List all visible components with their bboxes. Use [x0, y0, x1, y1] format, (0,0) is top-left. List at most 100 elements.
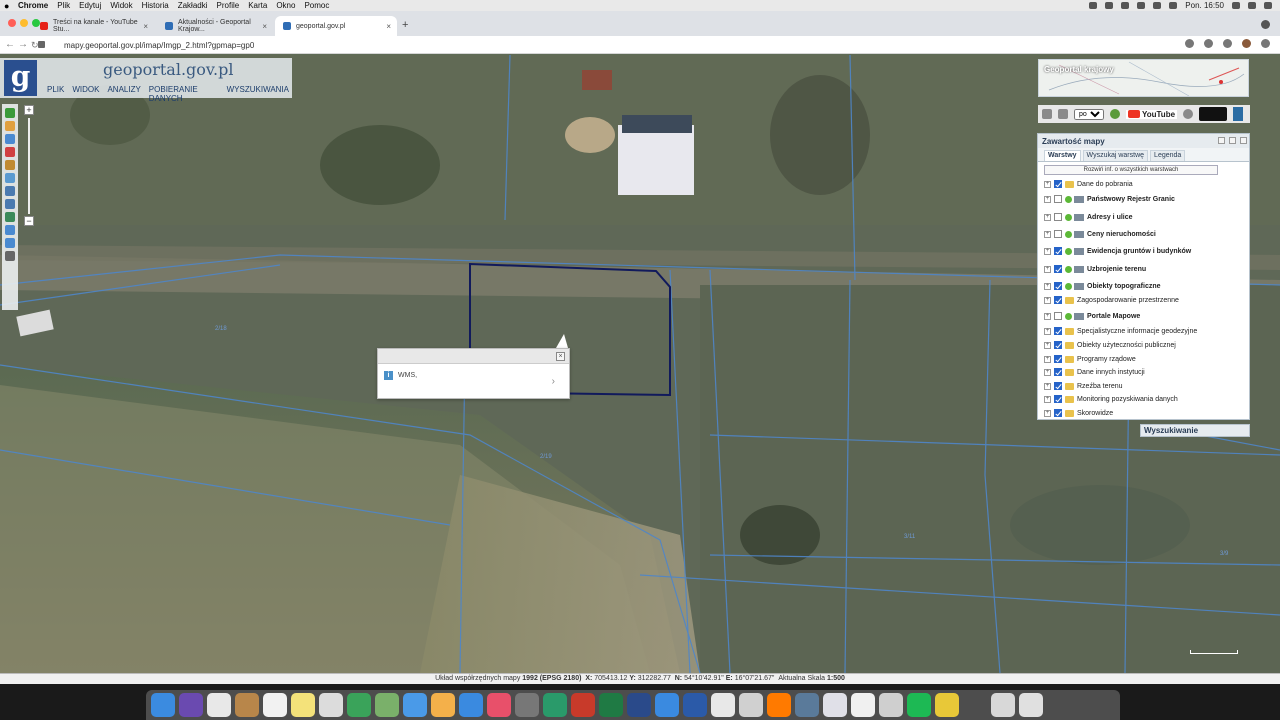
notes-icon[interactable] [291, 693, 315, 717]
layer-row[interactable]: + Zagospodarowanie przestrzenne [1044, 294, 1179, 306]
expand-all-button[interactable]: Rozwiń inf. o wszystkich warstwach [1044, 165, 1218, 175]
layer-row[interactable]: + Obiekty topograficzne [1044, 280, 1161, 292]
new-tab-button[interactable]: + [402, 19, 408, 31]
menu-help[interactable]: Pomoc [304, 1, 329, 10]
volume-icon[interactable] [1153, 2, 1162, 9]
layer-checkbox[interactable] [1054, 382, 1062, 390]
forward-arrow-tool-icon[interactable] [5, 238, 15, 248]
expand-plus-icon[interactable]: + [1044, 368, 1051, 376]
select-tool-icon[interactable] [5, 134, 15, 144]
menu-edit[interactable]: Edytuj [79, 1, 101, 10]
bluetooth-icon[interactable] [1121, 2, 1130, 9]
expand-plus-icon[interactable]: + [1044, 195, 1051, 203]
expand-plus-icon[interactable]: + [1044, 213, 1051, 221]
zoom-track[interactable] [28, 118, 30, 214]
layer-checkbox[interactable] [1054, 355, 1062, 363]
app-store-icon[interactable] [459, 693, 483, 717]
menu-history[interactable]: Historia [142, 1, 169, 10]
language-select[interactable]: pol [1074, 108, 1104, 120]
profile-avatar[interactable] [1242, 39, 1251, 48]
pages-icon[interactable] [851, 693, 875, 717]
wifi-icon[interactable] [1137, 2, 1146, 9]
menu-widok[interactable]: WIDOK [69, 84, 102, 104]
close-tab-icon[interactable]: × [386, 22, 391, 31]
facebook-icon[interactable] [1183, 109, 1194, 119]
tab-search-icon[interactable] [1261, 20, 1270, 29]
youtube-link[interactable]: YouTube [1126, 109, 1178, 119]
layer-row[interactable]: + Rzeźba terenu [1044, 380, 1123, 392]
forward-arrow-icon[interactable]: → [18, 39, 28, 50]
layer-checkbox[interactable] [1054, 265, 1062, 273]
layer-row[interactable]: + Państwowy Rejestr Granic [1044, 193, 1175, 205]
script-editor-icon[interactable] [739, 693, 763, 717]
tab-aktualnosci[interactable]: Aktualności - Geoportal Krajow... × [157, 16, 273, 36]
layers-panel-title-bar[interactable]: Zawartość mapy [1038, 134, 1249, 148]
document-icon[interactable] [879, 693, 903, 717]
mic-icon[interactable] [1105, 2, 1114, 9]
close-icon[interactable]: × [556, 352, 565, 361]
draw-pencil-icon[interactable] [5, 160, 15, 170]
pdf-print-icon[interactable] [5, 147, 15, 157]
close-icon[interactable] [1240, 137, 1247, 144]
layer-row[interactable]: + Dane innych instytucji [1044, 366, 1145, 378]
numbers-icon[interactable] [347, 693, 371, 717]
layer-checkbox[interactable] [1054, 247, 1062, 255]
settings-gear-icon[interactable] [5, 251, 15, 261]
geoportal-logo[interactable]: g [4, 60, 37, 96]
popup-result-row[interactable]: i WMS, [384, 371, 417, 380]
table-icon[interactable] [1042, 109, 1052, 119]
expand-plus-icon[interactable]: + [1044, 382, 1051, 390]
chrome-menu-icon[interactable] [1261, 39, 1270, 48]
expand-plus-icon[interactable]: + [1044, 296, 1051, 304]
menu-view[interactable]: Widok [110, 1, 132, 10]
preview-icon[interactable] [823, 693, 847, 717]
zoom-in-magnifier-icon[interactable] [5, 186, 15, 196]
zoom-slider[interactable]: + − [22, 104, 36, 228]
expand-plus-icon[interactable]: + [1044, 230, 1051, 238]
spotlight-icon[interactable] [1232, 2, 1240, 9]
info-tool-icon[interactable] [5, 108, 15, 118]
eye-icon[interactable] [1233, 107, 1244, 121]
expand-plus-icon[interactable]: + [1044, 355, 1051, 363]
expand-plus-icon[interactable]: + [1044, 395, 1051, 403]
accessibility-contrast-icon[interactable] [1199, 107, 1228, 121]
layer-checkbox[interactable] [1054, 213, 1062, 221]
globe-icon[interactable] [5, 212, 15, 222]
edge-icon[interactable] [627, 693, 651, 717]
close-tab-icon[interactable]: × [262, 22, 267, 31]
apple-icon[interactable]: ● [4, 1, 12, 10]
minimize-icon[interactable] [1229, 137, 1236, 144]
layer-checkbox[interactable] [1054, 368, 1062, 376]
menu-plik[interactable]: PLIK [44, 84, 67, 104]
menu-window[interactable]: Okno [276, 1, 295, 10]
layer-row[interactable]: + Ceny nieruchomości [1044, 228, 1156, 240]
layer-row[interactable]: + Monitoring pozyskiwania danych [1044, 393, 1178, 405]
orange-icon[interactable] [767, 693, 791, 717]
layer-row[interactable]: + Adresy i ulice [1044, 211, 1133, 223]
maps-icon[interactable] [375, 693, 399, 717]
lock-icon[interactable] [38, 41, 45, 48]
layer-row[interactable]: + Ewidencja gruntów i budynków [1044, 245, 1191, 257]
expand-plus-icon[interactable]: + [1044, 265, 1051, 273]
close-window-button[interactable] [8, 19, 16, 27]
tab-warstwy[interactable]: Warstwy [1044, 150, 1081, 161]
chrome-icon[interactable] [207, 693, 231, 717]
calendar-icon[interactable] [263, 693, 287, 717]
screenshot-icon[interactable] [795, 693, 819, 717]
layer-row[interactable]: + Programy rządowe [1044, 353, 1136, 365]
expand-plus-icon[interactable]: + [1044, 282, 1051, 290]
layer-checkbox[interactable] [1054, 409, 1062, 417]
music-icon[interactable] [487, 693, 511, 717]
minimize-window-button[interactable] [20, 19, 28, 27]
word-icon[interactable] [683, 693, 707, 717]
layer-row[interactable]: + Obiekty użyteczności publicznej [1044, 339, 1176, 351]
zoom-in-button[interactable]: + [24, 105, 34, 115]
acrobat-icon[interactable] [571, 693, 595, 717]
layer-checkbox[interactable] [1054, 327, 1062, 335]
layer-checkbox[interactable] [1054, 341, 1062, 349]
menu-app[interactable]: Chrome [18, 1, 48, 10]
layer-checkbox[interactable] [1054, 395, 1062, 403]
overview-map[interactable]: Geoportal krajowy [1038, 59, 1249, 97]
scissors-icon[interactable] [935, 693, 959, 717]
siri-icon[interactable] [1248, 2, 1256, 9]
